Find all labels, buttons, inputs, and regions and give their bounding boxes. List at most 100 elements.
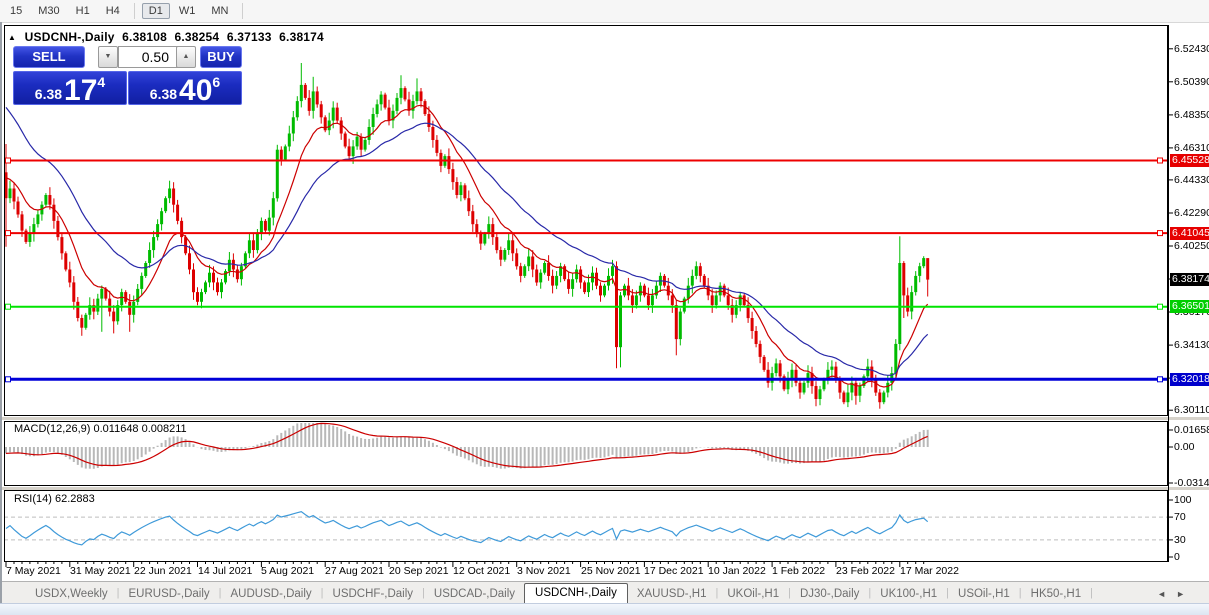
chart-header: ▲ USDCNH-,Daily 6.38108 6.38254 6.37133 … [8, 30, 328, 44]
tab-usdx-weekly[interactable]: USDX,Weekly [26, 585, 117, 604]
date-axis-label: 27 Aug 2021 [325, 565, 384, 577]
hline-anchor[interactable] [6, 158, 11, 163]
toolbar-separator [242, 3, 243, 19]
tab-scroll-left-icon[interactable]: ◄ [1157, 589, 1176, 599]
tab-audusd-daily[interactable]: AUDUSD-,Daily [222, 585, 321, 604]
symbol-label: USDCNH-,Daily [25, 30, 115, 44]
quote-close: 6.38174 [279, 30, 324, 44]
quote-open: 6.38108 [122, 30, 167, 44]
date-axis-label: 7 May 2021 [6, 565, 61, 577]
hline-anchor[interactable] [6, 377, 11, 382]
sell-price-big: 17 [64, 77, 97, 104]
price-tick-label: 6.44330 [1174, 174, 1209, 186]
rsi-axis-label: 0 [1174, 551, 1180, 563]
date-axis-label: 31 May 2021 [70, 565, 131, 577]
macd-axis-label: -0.03142 [1174, 477, 1209, 489]
sell-price-pip: 4 [97, 74, 105, 90]
quote-low: 6.37133 [227, 30, 272, 44]
timeframe-button-m30[interactable]: M30 [31, 3, 66, 19]
date-axis-label: 20 Sep 2021 [389, 565, 449, 577]
tab-usdcad-daily[interactable]: USDCAD-,Daily [425, 585, 524, 604]
price-level-badge: 6.41045 [1170, 227, 1209, 240]
collapse-panel-icon[interactable]: ▲ [8, 33, 16, 42]
status-bar [0, 603, 1209, 615]
quote-high: 6.38254 [175, 30, 220, 44]
tab-scroll-right-icon[interactable]: ► [1176, 589, 1195, 599]
hline-anchor[interactable] [1158, 158, 1163, 163]
tab-separator: | [1090, 587, 1093, 604]
ma-fast-line [6, 105, 928, 387]
sell-price-prefix: 6.38 [35, 85, 62, 104]
toolbar-separator [134, 3, 135, 19]
price-tick-label: 6.48350 [1174, 109, 1209, 121]
price-level-badge: 6.36501 [1170, 300, 1209, 313]
tab-dj30-daily[interactable]: DJ30-,Daily [791, 585, 868, 604]
hline-anchor[interactable] [1158, 304, 1163, 309]
sell-button[interactable]: SELL [13, 46, 85, 68]
timeframe-toolbar: 15M30H1H4 D1W1MN [0, 0, 1209, 23]
tab-ukoil-h1[interactable]: UKOil-,H1 [718, 585, 788, 604]
ma-slow-line [6, 107, 928, 375]
hline-anchor[interactable] [6, 304, 11, 309]
volume-input[interactable] [118, 46, 178, 68]
hline-anchor[interactable] [1158, 377, 1163, 382]
rsi-label: RSI(14) 62.2883 [14, 493, 95, 505]
buy-price-prefix: 6.38 [150, 85, 177, 104]
tab-usdcnh-daily[interactable]: USDCNH-,Daily [524, 583, 628, 604]
price-tick-label: 6.34130 [1174, 339, 1209, 351]
price-tick-label: 6.40250 [1174, 240, 1209, 252]
chevron-down-icon: ▼ [105, 53, 112, 60]
chevron-up-icon: ▲ [183, 53, 190, 60]
price-tick-label: 6.50390 [1174, 76, 1209, 88]
window-left-border [0, 22, 2, 603]
timeframe-button-h1[interactable]: H1 [69, 3, 97, 19]
timeframe-button-15[interactable]: 15 [3, 3, 29, 19]
macd-name: MACD(12,26,9) [14, 423, 90, 435]
date-axis-label: 22 Jun 2021 [134, 565, 192, 577]
date-axis-label: 14 Jul 2021 [198, 565, 252, 577]
chart-tab-bar: USDX,Weekly|EURUSD-,Daily|AUDUSD-,Daily|… [0, 581, 1209, 604]
price-level-badge: 6.38174 [1170, 273, 1209, 286]
buy-price-button[interactable]: 6.38 40 6 [128, 71, 242, 105]
buy-button[interactable]: BUY [200, 46, 242, 68]
price-tick-label: 6.46310 [1174, 142, 1209, 154]
timeframe-button-w1[interactable]: W1 [172, 3, 203, 19]
rsi-value: 62.2883 [55, 493, 95, 505]
hline-anchor[interactable] [1158, 231, 1163, 236]
date-axis-label: 23 Feb 2022 [836, 565, 895, 577]
hline-anchor[interactable] [6, 231, 11, 236]
sell-price-button[interactable]: 6.38 17 4 [13, 71, 127, 105]
date-axis-label: 5 Aug 2021 [261, 565, 314, 577]
date-axis-label: 10 Jan 2022 [708, 565, 766, 577]
rsi-name: RSI(14) [14, 493, 52, 505]
timeframe-button-h4[interactable]: H4 [99, 3, 127, 19]
date-axis-label: 3 Nov 2021 [517, 565, 571, 577]
date-axis-label: 17 Mar 2022 [900, 565, 959, 577]
macd-values: 0.011648 0.008211 [93, 423, 186, 435]
volume-decrease-button[interactable]: ▼ [98, 46, 118, 68]
one-click-trade-panel: SELL ▼ ▲ BUY 6.38 17 4 6.38 40 6 [13, 46, 240, 104]
date-axis-label: 1 Feb 2022 [772, 565, 825, 577]
timeframe-button-mn[interactable]: MN [204, 3, 235, 19]
price-tick-label: 6.42290 [1174, 207, 1209, 219]
tab-xauusd-h1[interactable]: XAUUSD-,H1 [628, 585, 716, 604]
price-level-badge: 6.45528 [1170, 154, 1209, 167]
timeframe-button-d1[interactable]: D1 [142, 3, 170, 19]
date-axis-label: 17 Dec 2021 [644, 565, 704, 577]
volume-increase-button[interactable]: ▲ [176, 46, 196, 68]
rsi-panel-border [5, 491, 1168, 562]
rsi-axis-label: 100 [1174, 494, 1192, 506]
tab-eurusd-daily[interactable]: EURUSD-,Daily [120, 585, 219, 604]
tab-hk50-h1[interactable]: HK50-,H1 [1022, 585, 1091, 604]
rsi-axis-label: 70 [1174, 511, 1186, 523]
price-tick-label: 6.52430 [1174, 43, 1209, 55]
macd-label: MACD(12,26,9) 0.011648 0.008211 [14, 423, 187, 435]
tab-usdchf-daily[interactable]: USDCHF-,Daily [324, 585, 423, 604]
buy-price-pip: 6 [212, 74, 220, 90]
price-level-badge: 6.32018 [1170, 373, 1209, 386]
candles [5, 63, 930, 409]
tab-uk100-h1[interactable]: UK100-,H1 [871, 585, 946, 604]
tab-usoil-h1[interactable]: USOil-,H1 [949, 585, 1019, 604]
price-tick-label: 6.30110 [1174, 404, 1209, 416]
macd-axis-label: 0.016586 [1174, 424, 1209, 436]
